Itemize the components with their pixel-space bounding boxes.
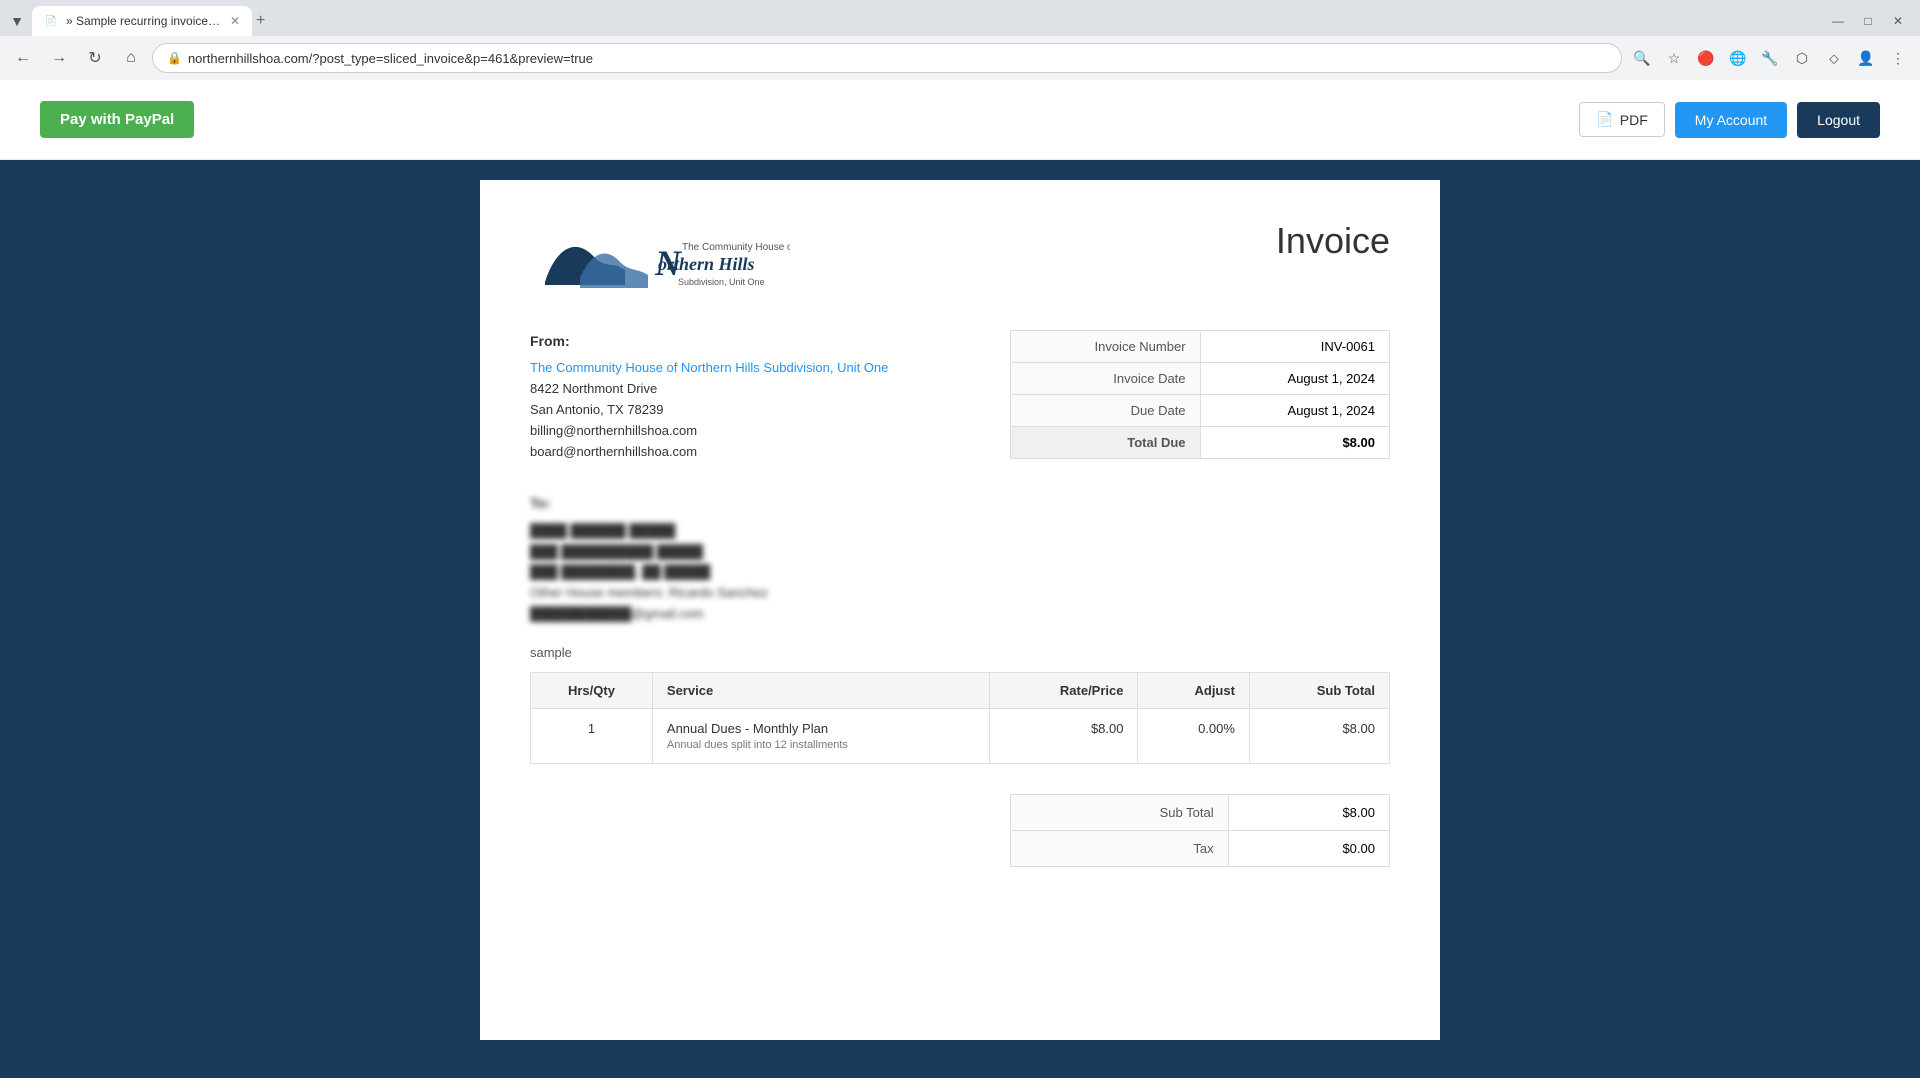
- subtotal-row: Sub Total $8.00: [1011, 794, 1390, 830]
- item-service: Annual Dues - Monthly Plan Annual dues s…: [652, 708, 989, 763]
- url-text: northernhillshoa.com/?post_type=sliced_i…: [188, 51, 1607, 66]
- to-line3: ███ ████████, ██ █████: [530, 562, 1390, 583]
- invoice-number-row: Invoice Number INV-0061: [1011, 331, 1390, 363]
- invoice-date-value: August 1, 2024: [1200, 363, 1389, 395]
- lock-icon: 🔒: [167, 51, 182, 65]
- forward-button[interactable]: →: [44, 43, 74, 73]
- invoice-number-value: INV-0061: [1200, 331, 1389, 363]
- back-button[interactable]: ←: [8, 43, 38, 73]
- tab-title: » Sample recurring invoiceThe: [66, 14, 222, 28]
- browser-chrome: ▼ 📄 » Sample recurring invoiceThe ✕ + — …: [0, 0, 1920, 80]
- invoice-meta: Invoice Number INV-0061 Invoice Date Aug…: [1010, 330, 1390, 462]
- to-line1: ████ ██████ █████: [530, 521, 1390, 542]
- header-actions: 📄 PDF My Account Logout: [1579, 102, 1880, 138]
- pdf-icon: 📄: [1596, 111, 1613, 128]
- tab-bar: ▼ 📄 » Sample recurring invoiceThe ✕ + — …: [0, 0, 1920, 36]
- to-line5: ███████████@gmail.com: [530, 604, 1390, 625]
- company-link[interactable]: The Community House of Northern Hills Su…: [530, 360, 888, 375]
- browser-actions: 🔍 ☆ 🔴 🌐 🔧 ⬡ ⬦ 👤 ⋮: [1628, 44, 1912, 72]
- email1: billing@northernhillshoa.com: [530, 421, 990, 442]
- pdf-button[interactable]: 📄 PDF: [1579, 102, 1664, 137]
- tab-close-button[interactable]: ✕: [230, 14, 240, 28]
- from-label: From:: [530, 330, 990, 352]
- sub-total-label: Sub Total: [1011, 794, 1229, 830]
- invoice-number-label: Invoice Number: [1011, 331, 1201, 363]
- totals-table: Sub Total $8.00 Tax $0.00: [1010, 794, 1390, 867]
- item-subtotal: $8.00: [1249, 708, 1389, 763]
- col-rate-price: Rate/Price: [989, 672, 1138, 708]
- total-due-row: Total Due $8.00: [1011, 427, 1390, 459]
- total-due-value: $8.00: [1200, 427, 1389, 459]
- profile-button[interactable]: 👤: [1852, 44, 1880, 72]
- items-table-header: Hrs/Qty Service Rate/Price Adjust Sub To…: [531, 672, 1390, 708]
- col-service: Service: [652, 672, 989, 708]
- item-adjust: 0.00%: [1138, 708, 1249, 763]
- tax-label: Tax: [1011, 830, 1229, 866]
- item-qty: 1: [531, 708, 653, 763]
- tax-row: Tax $0.00: [1011, 830, 1390, 866]
- extension5-button[interactable]: ⬦: [1820, 44, 1848, 72]
- invoice-date-row: Invoice Date August 1, 2024: [1011, 363, 1390, 395]
- star-button[interactable]: ☆: [1660, 44, 1688, 72]
- line-items-body: 1 Annual Dues - Monthly Plan Annual dues…: [531, 708, 1390, 763]
- to-label: To:: [530, 492, 1390, 514]
- page-header: Pay with PayPal 📄 PDF My Account Logout: [0, 80, 1920, 160]
- totals-section: Sub Total $8.00 Tax $0.00: [530, 794, 1390, 867]
- to-line2: ███ ██████████ █████: [530, 542, 1390, 563]
- more-button[interactable]: ⋮: [1884, 44, 1912, 72]
- invoice-date-label: Invoice Date: [1011, 363, 1201, 395]
- invoice-title: Invoice: [1276, 220, 1390, 262]
- nav-bar: ← → ↻ ⌂ 🔒 northernhillshoa.com/?post_typ…: [0, 36, 1920, 80]
- extension4-button[interactable]: ⬡: [1788, 44, 1816, 72]
- tax-value: $0.00: [1228, 830, 1389, 866]
- extension3-button[interactable]: 🔧: [1756, 44, 1784, 72]
- address-bar[interactable]: 🔒 northernhillshoa.com/?post_type=sliced…: [152, 43, 1622, 73]
- total-due-label: Total Due: [1011, 427, 1201, 459]
- maximize-button[interactable]: □: [1854, 7, 1882, 35]
- to-section: To: ████ ██████ █████ ███ ██████████ ███…: [530, 492, 1390, 624]
- items-table: Hrs/Qty Service Rate/Price Adjust Sub To…: [530, 672, 1390, 764]
- logo-area: N The Community House of orthern Hills S…: [530, 220, 790, 300]
- item-rate: $8.00: [989, 708, 1138, 763]
- to-line4: Other House members: Ricardo Sanchez: [530, 583, 1390, 604]
- due-date-label: Due Date: [1011, 395, 1201, 427]
- extension2-button[interactable]: 🌐: [1724, 44, 1752, 72]
- pay-with-paypal-button[interactable]: Pay with PayPal: [40, 101, 194, 138]
- sample-label: sample: [530, 645, 1390, 660]
- svg-text:Subdivision, Unit One: Subdivision, Unit One: [678, 277, 765, 287]
- from-to-section: From: The Community House of Northern Hi…: [530, 330, 1390, 462]
- sub-total-value: $8.00: [1228, 794, 1389, 830]
- due-date-value: August 1, 2024: [1200, 395, 1389, 427]
- due-date-row: Due Date August 1, 2024: [1011, 395, 1390, 427]
- home-button[interactable]: ⌂: [116, 43, 146, 73]
- invoice-meta-table: Invoice Number INV-0061 Invoice Date Aug…: [1010, 330, 1390, 459]
- col-hrs-qty: Hrs/Qty: [531, 672, 653, 708]
- main-background: N The Community House of orthern Hills S…: [0, 160, 1920, 1060]
- minimize-button[interactable]: —: [1824, 7, 1852, 35]
- invoice-top: N The Community House of orthern Hills S…: [530, 220, 1390, 300]
- table-row: 1 Annual Dues - Monthly Plan Annual dues…: [531, 708, 1390, 763]
- close-window-button[interactable]: ✕: [1884, 7, 1912, 35]
- new-tab-button[interactable]: +: [256, 12, 265, 30]
- browser-tab-active[interactable]: 📄 » Sample recurring invoiceThe ✕: [32, 6, 252, 36]
- address-line1: 8422 Northmont Drive: [530, 379, 990, 400]
- svg-text:orthern Hills: orthern Hills: [658, 254, 755, 274]
- tab-list-button[interactable]: ▼: [8, 12, 26, 30]
- invoice-container: N The Community House of orthern Hills S…: [480, 180, 1440, 1040]
- zoom-button[interactable]: 🔍: [1628, 44, 1656, 72]
- my-account-button[interactable]: My Account: [1675, 102, 1787, 138]
- window-controls: — □ ✕: [1824, 7, 1912, 35]
- address-line2: San Antonio, TX 78239: [530, 400, 990, 421]
- reload-button[interactable]: ↻: [80, 43, 110, 73]
- svg-text:The Community House of: The Community House of: [682, 242, 790, 253]
- company-logo: N The Community House of orthern Hills S…: [530, 220, 790, 300]
- logout-button[interactable]: Logout: [1797, 102, 1880, 138]
- col-sub-total: Sub Total: [1249, 672, 1389, 708]
- tab-favicon: 📄: [44, 14, 58, 28]
- email2: board@northernhillshoa.com: [530, 442, 990, 463]
- col-adjust: Adjust: [1138, 672, 1249, 708]
- from-section: From: The Community House of Northern Hi…: [530, 330, 990, 462]
- extension1-button[interactable]: 🔴: [1692, 44, 1720, 72]
